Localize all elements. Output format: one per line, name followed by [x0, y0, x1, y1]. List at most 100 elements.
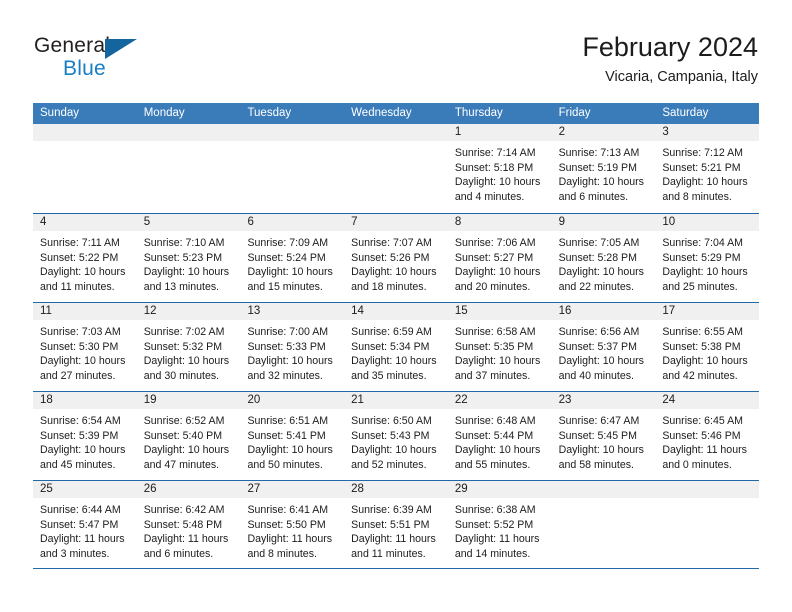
sunrise-text: Sunrise: 6:45 AM [662, 415, 743, 427]
sunrise-text: Sunrise: 6:58 AM [454, 326, 536, 338]
calendar-day-cell[interactable]: 5 Sunrise: 7:10 AM Sunset: 5:23 PM Daylight… [136, 214, 241, 302]
calendar-day-cell[interactable]: 21 Sunrise: 6:50 AM Sunset: 5:43 PM Dayligh… [344, 392, 448, 480]
logo-text-general: General [34, 34, 111, 57]
calendar-day-cell[interactable]: 17 Sunrise: 6:55 AM Sunset: 5:38 PM Dayligh… [655, 303, 760, 391]
daylight-text-line1: Daylight: 10 hours [454, 444, 541, 457]
sunset-text: Sunset: 5:40 PM [143, 429, 223, 442]
daylight-text-line2: and 35 minutes. [351, 369, 427, 382]
calendar-day-cell[interactable]: 1 Sunrise: 7:14 AM Sunset: 5:18 PM Daylight… [447, 124, 552, 213]
day-details: Sunrise: 7:04 AM Sunset: 5:29 PM Daylight:… [655, 231, 759, 294]
day-details: Sunrise: 6:51 AM Sunset: 5:41 PM Daylight:… [240, 409, 344, 472]
calendar-day-cell[interactable]: 19 Sunrise: 6:52 AM Sunset: 5:40 PM Dayligh… [136, 392, 241, 480]
calendar-day-cell[interactable]: 15 Sunrise: 6:58 AM Sunset: 5:35 PM Dayligh… [447, 303, 552, 391]
sunrise-text: Sunrise: 6:44 AM [40, 504, 121, 516]
calendar-day-cell[interactable]: 2 Sunrise: 7:13 AM Sunset: 5:19 PM Daylight… [551, 124, 656, 213]
sunset-text: Sunset: 5:26 PM [351, 251, 430, 264]
daylight-text-line2: and 32 minutes. [247, 369, 323, 382]
sunrise-text: Sunrise: 7:11 AM [40, 237, 120, 249]
calendar-day-cell[interactable]: 3 Sunrise: 7:12 AM Sunset: 5:21 PM Daylight… [655, 124, 760, 213]
sunset-text: Sunset: 5:51 PM [351, 518, 430, 531]
sunrise-text: Sunrise: 6:48 AM [454, 415, 536, 427]
sunrise-text: Sunrise: 6:56 AM [558, 326, 640, 338]
daylight-text-line1: Daylight: 10 hours [558, 176, 644, 189]
daylight-text-line2: and 11 minutes. [40, 280, 115, 293]
day-details: Sunrise: 7:14 AM Sunset: 5:18 PM Daylight:… [448, 141, 552, 204]
daylight-text-line2: and 55 minutes. [454, 458, 531, 471]
calendar-day-cell[interactable]: 11 Sunrise: 7:03 AM Sunset: 5:30 PM Dayligh… [33, 303, 137, 391]
calendar-day-cell[interactable]: 25 Sunrise: 6:44 AM Sunset: 5:47 PM Dayligh… [33, 481, 137, 568]
day-details: Sunrise: 7:13 AM Sunset: 5:19 PM Daylight:… [552, 141, 656, 204]
calendar-week-row: 25 Sunrise: 6:44 AM Sunset: 5:47 PM Dayligh… [33, 480, 760, 569]
calendar-day-cell[interactable]: 14 Sunrise: 6:59 AM Sunset: 5:34 PM Dayligh… [344, 303, 448, 391]
sunset-text: Sunset: 5:33 PM [247, 340, 326, 353]
daylight-text-line2: and 14 minutes. [454, 547, 531, 560]
day-number: 11 [33, 303, 137, 320]
sunset-text: Sunset: 5:45 PM [558, 429, 637, 442]
daylight-text-line2: and 25 minutes. [662, 280, 738, 293]
calendar-day-cell[interactable]: 10 Sunrise: 7:04 AM Sunset: 5:29 PM Dayligh… [655, 214, 760, 302]
general-blue-logo[interactable]: General Blue [34, 34, 164, 90]
sunrise-text: Sunrise: 7:06 AM [454, 237, 536, 249]
calendar-day-cell[interactable]: 16 Sunrise: 6:56 AM Sunset: 5:37 PM Dayligh… [551, 303, 656, 391]
calendar-day-cell[interactable]: 22 Sunrise: 6:48 AM Sunset: 5:44 PM Dayligh… [447, 392, 552, 480]
calendar-day-cell[interactable]: 6 Sunrise: 7:09 AM Sunset: 5:24 PM Daylight… [240, 214, 345, 302]
daylight-text-line2: and 20 minutes. [454, 280, 531, 293]
calendar-day-cell[interactable]: 28 Sunrise: 6:39 AM Sunset: 5:51 PM Dayligh… [344, 481, 448, 568]
sunset-text: Sunset: 5:52 PM [454, 518, 534, 531]
daylight-text-line1: Daylight: 10 hours [143, 444, 230, 457]
day-number: 5 [136, 214, 241, 231]
day-details: Sunrise: 6:41 AM Sunset: 5:50 PM Daylight:… [240, 498, 344, 561]
calendar-day-cell[interactable]: 12 Sunrise: 7:02 AM Sunset: 5:32 PM Dayligh… [136, 303, 241, 391]
day-number: 28 [344, 481, 448, 498]
calendar-day-cell-empty [655, 481, 760, 568]
day-details: Sunrise: 6:59 AM Sunset: 5:34 PM Daylight:… [344, 320, 448, 383]
logo-text-blue: Blue [63, 57, 106, 80]
daylight-text-line1: Daylight: 11 hours [143, 533, 229, 546]
daylight-text-line1: Daylight: 10 hours [558, 355, 644, 368]
day-details [240, 141, 344, 146]
daylight-text-line2: and 8 minutes. [662, 190, 732, 203]
day-number: 20 [240, 392, 345, 409]
sunset-text: Sunset: 5:43 PM [351, 429, 430, 442]
sunrise-text: Sunrise: 7:04 AM [662, 237, 743, 249]
sunrise-text: Sunrise: 6:38 AM [454, 504, 536, 516]
sunset-text: Sunset: 5:18 PM [454, 161, 534, 174]
daylight-text-line2: and 13 minutes. [143, 280, 220, 293]
calendar-day-cell[interactable]: 9 Sunrise: 7:05 AM Sunset: 5:28 PM Daylight… [551, 214, 656, 302]
day-details: Sunrise: 6:47 AM Sunset: 5:45 PM Daylight:… [552, 409, 656, 472]
calendar-day-cell[interactable]: 20 Sunrise: 6:51 AM Sunset: 5:41 PM Dayligh… [240, 392, 345, 480]
calendar-day-cell[interactable]: 29 Sunrise: 6:38 AM Sunset: 5:52 PM Dayligh… [447, 481, 552, 568]
day-number: 17 [655, 303, 760, 320]
calendar-day-cell[interactable]: 24 Sunrise: 6:45 AM Sunset: 5:46 PM Dayligh… [655, 392, 760, 480]
page-title: February 2024 [582, 32, 758, 62]
page-header: General Blue February 2024 Vicaria, Camp… [34, 30, 758, 98]
day-number: 14 [344, 303, 448, 320]
calendar-day-cell[interactable]: 18 Sunrise: 6:54 AM Sunset: 5:39 PM Dayligh… [33, 392, 137, 480]
calendar-weeks: 1 Sunrise: 7:14 AM Sunset: 5:18 PM Daylight… [33, 124, 760, 569]
sunrise-text: Sunrise: 6:51 AM [247, 415, 329, 427]
daylight-text-line1: Daylight: 10 hours [247, 444, 333, 457]
day-details: Sunrise: 6:45 AM Sunset: 5:46 PM Daylight:… [655, 409, 759, 472]
day-number [240, 124, 345, 141]
calendar-day-cell[interactable]: 23 Sunrise: 6:47 AM Sunset: 5:45 PM Dayligh… [551, 392, 656, 480]
day-number: 8 [447, 214, 552, 231]
daylight-text-line2: and 47 minutes. [143, 458, 220, 471]
calendar-day-cell[interactable]: 4 Sunrise: 7:11 AM Sunset: 5:22 PM Daylight… [33, 214, 137, 302]
calendar-day-cell-empty [344, 124, 448, 213]
daylight-text-line1: Daylight: 11 hours [247, 533, 333, 546]
daylight-text-line2: and 50 minutes. [247, 458, 323, 471]
calendar-day-cell[interactable]: 7 Sunrise: 7:07 AM Sunset: 5:26 PM Daylight… [344, 214, 448, 302]
day-details [137, 141, 241, 146]
daylight-text-line1: Daylight: 10 hours [454, 355, 541, 368]
calendar-day-cell[interactable]: 27 Sunrise: 6:41 AM Sunset: 5:50 PM Dayligh… [240, 481, 345, 568]
daylight-text-line2: and 0 minutes. [662, 458, 732, 471]
daylight-text-line1: Daylight: 10 hours [351, 355, 437, 368]
calendar-day-cell[interactable]: 8 Sunrise: 7:06 AM Sunset: 5:27 PM Daylight… [447, 214, 552, 302]
day-number: 13 [240, 303, 345, 320]
sunrise-text: Sunrise: 6:50 AM [351, 415, 432, 427]
calendar-week-row: 4 Sunrise: 7:11 AM Sunset: 5:22 PM Daylight… [33, 213, 760, 302]
calendar-day-cell[interactable]: 26 Sunrise: 6:42 AM Sunset: 5:48 PM Dayligh… [136, 481, 241, 568]
calendar-day-cell[interactable]: 13 Sunrise: 7:00 AM Sunset: 5:33 PM Dayligh… [240, 303, 345, 391]
sunrise-text: Sunrise: 6:52 AM [143, 415, 225, 427]
sunset-text: Sunset: 5:44 PM [454, 429, 534, 442]
